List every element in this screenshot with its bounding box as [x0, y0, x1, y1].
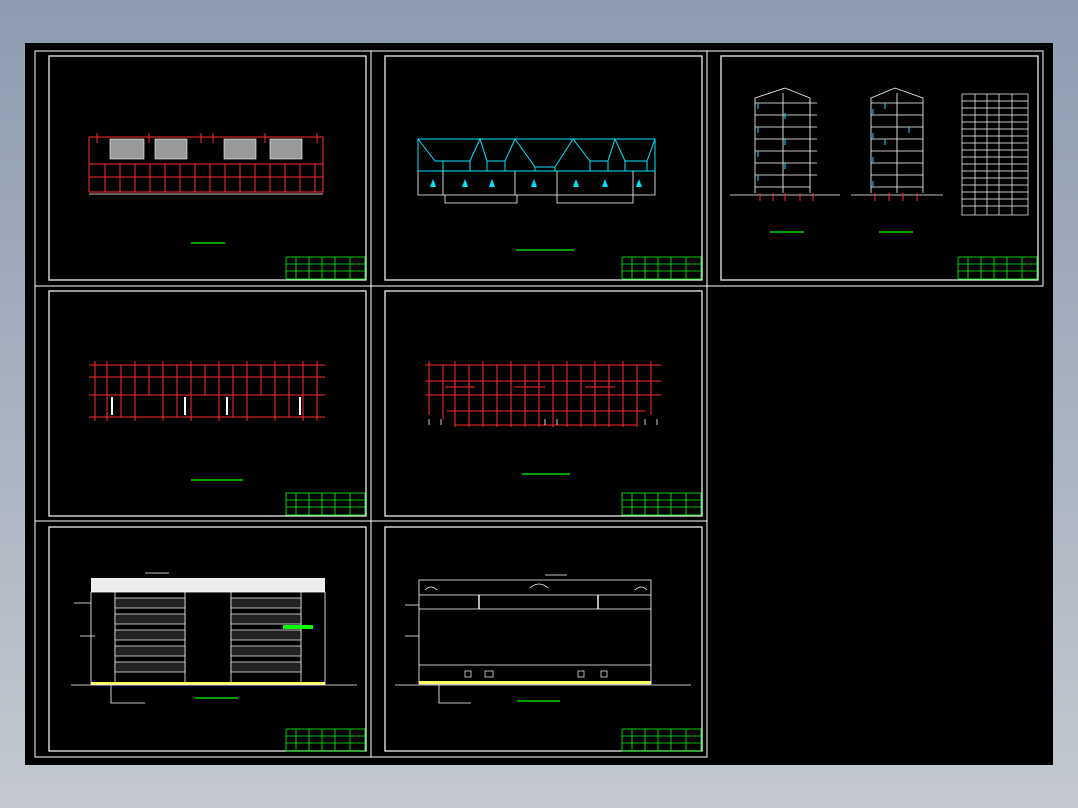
sheet-roof-elevation[interactable] [370, 50, 708, 287]
roof-plan-icon [88, 133, 324, 195]
sheet-outer-border [706, 50, 1044, 287]
hatched-roof-areas [109, 138, 303, 160]
roof-elevation-icon [417, 138, 656, 204]
drawing-canvas[interactable] [25, 43, 1053, 765]
sheet-inner-border [48, 55, 367, 281]
sheet-inner-border [384, 526, 703, 752]
title-block [621, 728, 702, 752]
title-block [285, 728, 366, 752]
sheet-inner-border [384, 55, 703, 281]
title-block [957, 256, 1038, 280]
sheet-outer-border [370, 520, 708, 758]
title-block [285, 492, 366, 516]
sheet-floor-plan-2[interactable] [370, 285, 708, 522]
sheet-inner-border [48, 526, 367, 752]
cad-model-space[interactable] [25, 43, 1053, 765]
title-block [621, 256, 702, 280]
sheet-inner-border [384, 290, 703, 517]
balconies [114, 597, 302, 673]
sheet-roof-plan[interactable] [34, 50, 372, 287]
title-block [285, 256, 366, 280]
section-b-marks [872, 103, 910, 187]
sheet-outer-border [34, 520, 372, 758]
elevation-icon [71, 572, 357, 704]
ground-openings [464, 670, 608, 678]
floor-plan-icon [425, 361, 661, 427]
sheet-floor-plan-1[interactable] [34, 285, 372, 522]
sheet-inner-border [720, 55, 1039, 281]
sheet-rear-elevation[interactable] [370, 520, 708, 758]
stair-marks [111, 397, 301, 415]
roof-dormer-marks [430, 179, 642, 187]
title-block [621, 492, 702, 516]
section-b [851, 87, 943, 196]
elevation-icon [395, 574, 691, 704]
section-icon [730, 87, 1029, 216]
sheet-front-elevation[interactable] [34, 520, 372, 758]
door-window-schedule [961, 93, 1029, 216]
sheet-sections[interactable] [706, 50, 1044, 287]
sheet-outer-border [370, 50, 708, 287]
floor-plan-icon [89, 361, 325, 421]
sheet-outer-border [34, 285, 372, 522]
sheet-inner-border [48, 290, 367, 517]
sheet-outer-border [34, 50, 372, 287]
